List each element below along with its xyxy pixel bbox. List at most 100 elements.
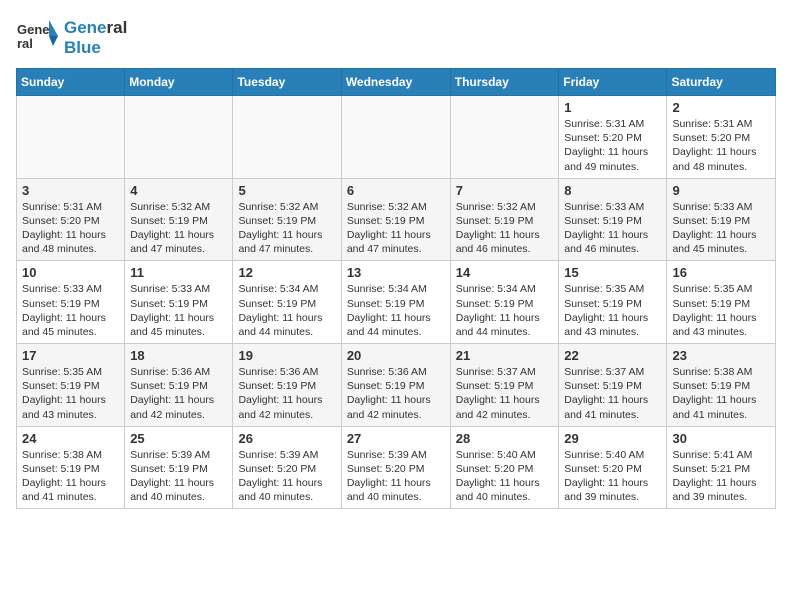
calendar-day-16: 16 Sunrise: 5:35 AMSunset: 5:19 PMDayligh… <box>667 261 776 344</box>
calendar-day-9: 9 Sunrise: 5:33 AMSunset: 5:19 PMDaylight… <box>667 178 776 261</box>
calendar-day-14: 14 Sunrise: 5:34 AMSunset: 5:19 PMDayligh… <box>450 261 559 344</box>
calendar-day-10: 10Sunrise: 5:33 AMSunset: 5:19 PMDayligh… <box>17 261 125 344</box>
day-number: 28 <box>456 431 554 446</box>
day-number: 10 <box>22 265 119 280</box>
day-info: Sunrise: 5:32 AMSunset: 5:19 PMDaylight:… <box>238 200 335 257</box>
weekday-header-friday: Friday <box>559 69 667 96</box>
calendar-day-7: 7 Sunrise: 5:32 AMSunset: 5:19 PMDaylight… <box>450 178 559 261</box>
calendar-week-row: 17Sunrise: 5:35 AMSunset: 5:19 PMDayligh… <box>17 344 776 427</box>
day-number: 18 <box>130 348 227 363</box>
day-number: 13 <box>347 265 445 280</box>
day-number: 12 <box>238 265 335 280</box>
calendar-day-3: 3 Sunrise: 5:31 AMSunset: 5:20 PMDaylight… <box>17 178 125 261</box>
calendar-empty-cell <box>125 96 233 179</box>
weekday-header-sunday: Sunday <box>17 69 125 96</box>
day-info: Sunrise: 5:38 AMSunset: 5:19 PMDaylight:… <box>672 365 770 422</box>
calendar-day-13: 13 Sunrise: 5:34 AMSunset: 5:19 PMDayligh… <box>341 261 450 344</box>
calendar-day-17: 17Sunrise: 5:35 AMSunset: 5:19 PMDayligh… <box>17 344 125 427</box>
logo-svg: Gene ral <box>16 16 60 60</box>
day-info: Sunrise: 5:39 AMSunset: 5:20 PMDaylight:… <box>347 448 445 505</box>
calendar-day-25: 25Sunrise: 5:39 AMSunset: 5:19 PMDayligh… <box>125 426 233 509</box>
day-number: 30 <box>672 431 770 446</box>
calendar-day-5: 5 Sunrise: 5:32 AMSunset: 5:19 PMDaylight… <box>233 178 341 261</box>
day-number: 11 <box>130 265 227 280</box>
calendar-day-1: 1 Sunrise: 5:31 AMSunset: 5:20 PMDaylight… <box>559 96 667 179</box>
calendar-day-2: 2 Sunrise: 5:31 AMSunset: 5:20 PMDaylight… <box>667 96 776 179</box>
calendar-day-22: 22Sunrise: 5:37 AMSunset: 5:19 PMDayligh… <box>559 344 667 427</box>
day-info: Sunrise: 5:32 AMSunset: 5:19 PMDaylight:… <box>456 200 554 257</box>
calendar-day-4: 4 Sunrise: 5:32 AMSunset: 5:19 PMDaylight… <box>125 178 233 261</box>
calendar-empty-cell <box>341 96 450 179</box>
calendar-week-row: 10 Sunrise: 5:33 AMSunset: 5:19 PMDayligh… <box>17 261 776 344</box>
svg-text:ral: ral <box>17 36 33 51</box>
calendar-day-15: 15Sunrise: 5:35 AMSunset: 5:19 PMDayligh… <box>559 261 667 344</box>
day-info: Sunrise: 5:32 AMSunset: 5:19 PMDaylight:… <box>347 200 445 257</box>
day-info: Sunrise: 5:33 AMSunset: 5:19 PMDaylight:… <box>130 282 227 339</box>
day-number: 23 <box>672 348 770 363</box>
day-info: Sunrise: 5:32 AMSunset: 5:19 PMDaylight:… <box>130 200 227 257</box>
weekday-header-thursday: Thursday <box>450 69 559 96</box>
day-info: Sunrise: 5:37 AMSunset: 5:19 PMDaylight:… <box>456 365 554 422</box>
day-info: Sunrise: 5:34 AMSunset: 5:19 PMDaylight:… <box>347 282 445 339</box>
day-info: Sunrise: 5:39 AMSunset: 5:20 PMDaylight:… <box>238 448 335 505</box>
day-number: 16 <box>672 265 770 280</box>
calendar-day-26: 26 Sunrise: 5:39 AMSunset: 5:20 PMDayligh… <box>233 426 341 509</box>
weekday-header-saturday: Saturday <box>667 69 776 96</box>
calendar-day-30: 30 Sunrise: 5:41 AMSunset: 5:21 PMDayligh… <box>667 426 776 509</box>
day-info: Sunrise: 5:31 AMSunset: 5:20 PMDaylight:… <box>672 117 770 174</box>
calendar-table: SundayMondayTuesdayWednesdayThursdayFrid… <box>16 68 776 509</box>
day-info: Sunrise: 5:35 AMSunset: 5:19 PMDaylight:… <box>672 282 770 339</box>
day-number: 14 <box>456 265 554 280</box>
day-info: Sunrise: 5:36 AMSunset: 5:19 PMDaylight:… <box>347 365 445 422</box>
calendar-day-27: 27Sunrise: 5:39 AMSunset: 5:20 PMDayligh… <box>341 426 450 509</box>
calendar-day-23: 23 Sunrise: 5:38 AMSunset: 5:19 PMDayligh… <box>667 344 776 427</box>
calendar-day-20: 20 Sunrise: 5:36 AMSunset: 5:19 PMDayligh… <box>341 344 450 427</box>
day-info: Sunrise: 5:33 AMSunset: 5:19 PMDaylight:… <box>672 200 770 257</box>
calendar-day-12: 12 Sunrise: 5:34 AMSunset: 5:19 PMDayligh… <box>233 261 341 344</box>
calendar-day-29: 29 Sunrise: 5:40 AMSunset: 5:20 PMDayligh… <box>559 426 667 509</box>
day-number: 21 <box>456 348 554 363</box>
day-number: 7 <box>456 183 554 198</box>
calendar-day-24: 24 Sunrise: 5:38 AMSunset: 5:19 PMDayligh… <box>17 426 125 509</box>
day-info: Sunrise: 5:40 AMSunset: 5:20 PMDaylight:… <box>456 448 554 505</box>
day-info: Sunrise: 5:33 AMSunset: 5:19 PMDaylight:… <box>564 200 661 257</box>
day-info: Sunrise: 5:41 AMSunset: 5:21 PMDaylight:… <box>672 448 770 505</box>
day-number: 19 <box>238 348 335 363</box>
calendar-day-19: 19Sunrise: 5:36 AMSunset: 5:19 PMDayligh… <box>233 344 341 427</box>
page-header: Gene ral GeneralBlue <box>16 16 776 60</box>
calendar-empty-cell <box>17 96 125 179</box>
day-info: Sunrise: 5:36 AMSunset: 5:19 PMDaylight:… <box>130 365 227 422</box>
calendar-day-11: 11 Sunrise: 5:33 AMSunset: 5:19 PMDayligh… <box>125 261 233 344</box>
day-info: Sunrise: 5:31 AMSunset: 5:20 PMDaylight:… <box>22 200 119 257</box>
day-number: 29 <box>564 431 661 446</box>
day-info: Sunrise: 5:35 AMSunset: 5:19 PMDaylight:… <box>564 282 661 339</box>
calendar-week-row: 3 Sunrise: 5:31 AMSunset: 5:20 PMDaylight… <box>17 178 776 261</box>
day-number: 24 <box>22 431 119 446</box>
day-info: Sunrise: 5:40 AMSunset: 5:20 PMDaylight:… <box>564 448 661 505</box>
calendar-week-row: 24 Sunrise: 5:38 AMSunset: 5:19 PMDayligh… <box>17 426 776 509</box>
calendar-empty-cell <box>450 96 559 179</box>
day-number: 5 <box>238 183 335 198</box>
calendar-empty-cell <box>233 96 341 179</box>
calendar-week-row: 1 Sunrise: 5:31 AMSunset: 5:20 PMDaylight… <box>17 96 776 179</box>
day-number: 6 <box>347 183 445 198</box>
calendar-day-8: 8Sunrise: 5:33 AMSunset: 5:19 PMDaylight… <box>559 178 667 261</box>
day-info: Sunrise: 5:38 AMSunset: 5:19 PMDaylight:… <box>22 448 119 505</box>
weekday-header-monday: Monday <box>125 69 233 96</box>
day-number: 2 <box>672 100 770 115</box>
day-number: 1 <box>564 100 661 115</box>
day-number: 3 <box>22 183 119 198</box>
day-info: Sunrise: 5:34 AMSunset: 5:19 PMDaylight:… <box>456 282 554 339</box>
day-info: Sunrise: 5:31 AMSunset: 5:20 PMDaylight:… <box>564 117 661 174</box>
day-number: 4 <box>130 183 227 198</box>
day-number: 20 <box>347 348 445 363</box>
day-number: 26 <box>238 431 335 446</box>
day-info: Sunrise: 5:39 AMSunset: 5:19 PMDaylight:… <box>130 448 227 505</box>
logo: Gene ral GeneralBlue <box>16 16 127 60</box>
logo-text-block: GeneralBlue <box>64 18 127 59</box>
day-info: Sunrise: 5:34 AMSunset: 5:19 PMDaylight:… <box>238 282 335 339</box>
calendar-day-28: 28 Sunrise: 5:40 AMSunset: 5:20 PMDayligh… <box>450 426 559 509</box>
weekday-header-tuesday: Tuesday <box>233 69 341 96</box>
calendar-header-row: SundayMondayTuesdayWednesdayThursdayFrid… <box>17 69 776 96</box>
day-number: 9 <box>672 183 770 198</box>
